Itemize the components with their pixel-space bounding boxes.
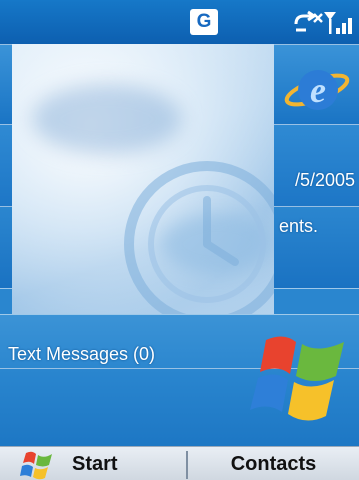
softkey-bar: Start Contacts bbox=[0, 446, 359, 480]
internet-explorer-icon[interactable]: e bbox=[282, 58, 352, 120]
connectivity-icon[interactable] bbox=[292, 10, 324, 34]
appointments-text[interactable]: ents. bbox=[279, 216, 318, 237]
signal-strength-icon[interactable] bbox=[322, 10, 356, 36]
status-bar: G bbox=[0, 0, 359, 45]
gprs-badge[interactable]: G bbox=[190, 9, 218, 35]
cloud-shape bbox=[32, 84, 182, 154]
text-messages-count[interactable]: Text Messages (0) bbox=[8, 344, 155, 365]
wallpaper-photo bbox=[12, 44, 274, 314]
start-softkey[interactable]: Start bbox=[0, 447, 186, 480]
today-date[interactable]: /5/2005 bbox=[295, 170, 355, 191]
windows-flag-logo bbox=[250, 336, 344, 421]
start-label: Start bbox=[72, 453, 118, 475]
clock-watermark-icon bbox=[124, 161, 274, 314]
start-flag-icon bbox=[20, 451, 52, 480]
contacts-softkey[interactable]: Contacts bbox=[188, 447, 359, 480]
contacts-label: Contacts bbox=[230, 453, 317, 475]
svg-text:e: e bbox=[310, 70, 326, 110]
today-screen: G e /5/2005 ents. Text Messages (0) Star… bbox=[0, 0, 359, 480]
